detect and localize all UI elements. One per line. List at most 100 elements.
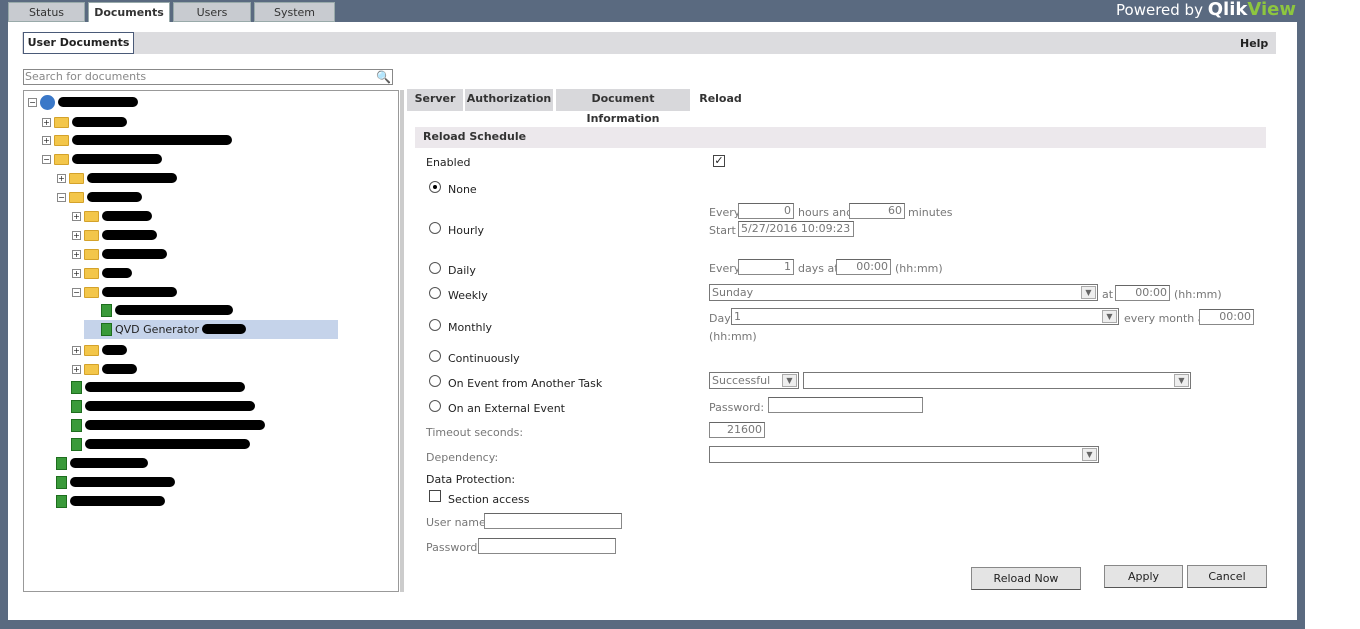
enabled-label: Enabled [426, 156, 471, 169]
redacted [102, 268, 132, 278]
expand-icon[interactable]: + [42, 135, 51, 145]
chevron-down-icon[interactable]: ▼ [1102, 310, 1117, 323]
tree-node[interactable]: + [72, 208, 152, 224]
dependency-select[interactable]: ▼ [709, 446, 1099, 463]
tree-node[interactable]: + [72, 246, 167, 262]
tab-authorization[interactable]: Authorization [465, 89, 553, 111]
search-input[interactable]: Search for documents [23, 69, 393, 85]
radio-none-label: None [448, 183, 477, 196]
tree-node[interactable]: − [57, 189, 142, 205]
collapse-icon[interactable]: − [42, 154, 51, 164]
splitter[interactable] [400, 90, 404, 592]
tree-node[interactable]: − [42, 151, 162, 167]
tree-node[interactable]: − [28, 94, 138, 110]
event-status-select[interactable]: Successful ▼ [709, 372, 799, 389]
tree-node-qvd-generator[interactable]: QVD Generator [101, 321, 247, 337]
daily-days-input[interactable]: 1 [738, 259, 794, 275]
tab-status[interactable]: Status [8, 2, 85, 22]
tree-node[interactable]: + [42, 114, 127, 130]
tree-node[interactable]: + [72, 265, 132, 281]
reload-now-button[interactable]: Reload Now [971, 567, 1081, 590]
collapse-icon[interactable]: − [28, 97, 37, 107]
folder-icon [54, 153, 69, 165]
username-input[interactable] [484, 513, 622, 529]
search-icon[interactable]: 🔍 [376, 70, 391, 84]
weekday-select[interactable]: Sunday ▼ [709, 284, 1098, 301]
tree-node[interactable] [71, 436, 250, 452]
timeout-label: Timeout seconds: [426, 426, 524, 439]
expand-icon[interactable]: + [72, 345, 81, 355]
apply-button[interactable]: Apply [1104, 565, 1183, 588]
radio-hourly[interactable] [429, 222, 441, 234]
password-label: Password: [426, 541, 482, 554]
month-day-select[interactable]: 1 ▼ [731, 308, 1119, 325]
section-access-checkbox[interactable] [429, 490, 441, 502]
weekly-time-input[interactable]: 00:00 [1115, 285, 1170, 301]
start-label: Start [709, 224, 736, 237]
external-password-input[interactable] [768, 397, 923, 413]
tree-node[interactable]: + [72, 342, 127, 358]
tab-server[interactable]: Server [407, 89, 463, 111]
hourly-hours-input[interactable]: 0 [738, 203, 794, 219]
tree-node[interactable] [56, 493, 165, 509]
chevron-down-icon[interactable]: ▼ [782, 374, 797, 387]
redacted [102, 249, 167, 259]
tab-users[interactable]: Users [173, 2, 251, 22]
password-input[interactable] [478, 538, 616, 554]
expand-icon[interactable]: + [57, 173, 66, 183]
tree-node[interactable] [56, 455, 148, 471]
expand-icon[interactable]: + [72, 268, 81, 278]
collapse-icon[interactable]: − [72, 287, 81, 297]
monthly-time-input[interactable]: 00:00 [1199, 309, 1254, 325]
user-documents-tab[interactable]: User Documents [23, 32, 134, 54]
radio-daily-label: Daily [448, 264, 476, 277]
tree-node[interactable] [101, 302, 233, 318]
tree-node[interactable] [71, 417, 265, 433]
radio-monthly[interactable] [429, 319, 441, 331]
tab-reload[interactable]: Reload [693, 89, 748, 111]
radio-on-event[interactable] [429, 375, 441, 387]
radio-external-event[interactable] [429, 400, 441, 412]
tree-node[interactable] [71, 398, 255, 414]
tree-node[interactable]: + [72, 227, 157, 243]
radio-daily[interactable] [429, 262, 441, 274]
chevron-down-icon[interactable]: ▼ [1082, 448, 1097, 461]
radio-monthly-label: Monthly [448, 321, 493, 334]
event-status-value: Successful [712, 374, 771, 387]
tab-document-information[interactable]: Document Information [556, 89, 690, 125]
expand-icon[interactable]: + [72, 364, 81, 374]
cancel-button[interactable]: Cancel [1187, 565, 1267, 588]
qlikview-logo: Powered by QlikView [1116, 0, 1296, 20]
radio-continuously[interactable] [429, 350, 441, 362]
expand-icon[interactable]: + [42, 117, 51, 127]
tree-node[interactable]: + [57, 170, 177, 186]
tab-documents[interactable]: Documents [88, 2, 170, 23]
folder-icon [69, 191, 84, 203]
expand-icon[interactable]: + [72, 230, 81, 240]
tree-node[interactable] [71, 379, 245, 395]
expand-icon[interactable]: + [72, 211, 81, 221]
enabled-checkbox[interactable]: ✓ [713, 155, 725, 167]
timeout-input[interactable]: 21600 [709, 422, 765, 438]
tab-system[interactable]: System [254, 2, 335, 22]
radio-hourly-label: Hourly [448, 224, 485, 237]
chevron-down-icon[interactable]: ▼ [1081, 286, 1096, 299]
tree-node[interactable]: + [72, 361, 137, 377]
hourly-minutes-input[interactable]: 60 [849, 203, 905, 219]
chevron-down-icon[interactable]: ▼ [1174, 374, 1189, 387]
tree-node[interactable]: + [42, 132, 232, 148]
redacted [85, 420, 265, 430]
radio-none[interactable] [429, 181, 441, 193]
event-task-select[interactable]: ▼ [803, 372, 1191, 389]
data-protection-label: Data Protection: [426, 473, 516, 486]
daily-time-input[interactable]: 00:00 [836, 259, 891, 275]
radio-weekly[interactable] [429, 287, 441, 299]
tree-node[interactable] [56, 474, 175, 490]
help-link[interactable]: Help [1240, 37, 1268, 50]
redacted [115, 305, 233, 315]
start-datetime-input[interactable]: 5/27/2016 10:09:23 AM [738, 221, 854, 237]
redacted [58, 97, 138, 107]
expand-icon[interactable]: + [72, 249, 81, 259]
tree-node[interactable]: − [72, 284, 177, 300]
collapse-icon[interactable]: − [57, 192, 66, 202]
